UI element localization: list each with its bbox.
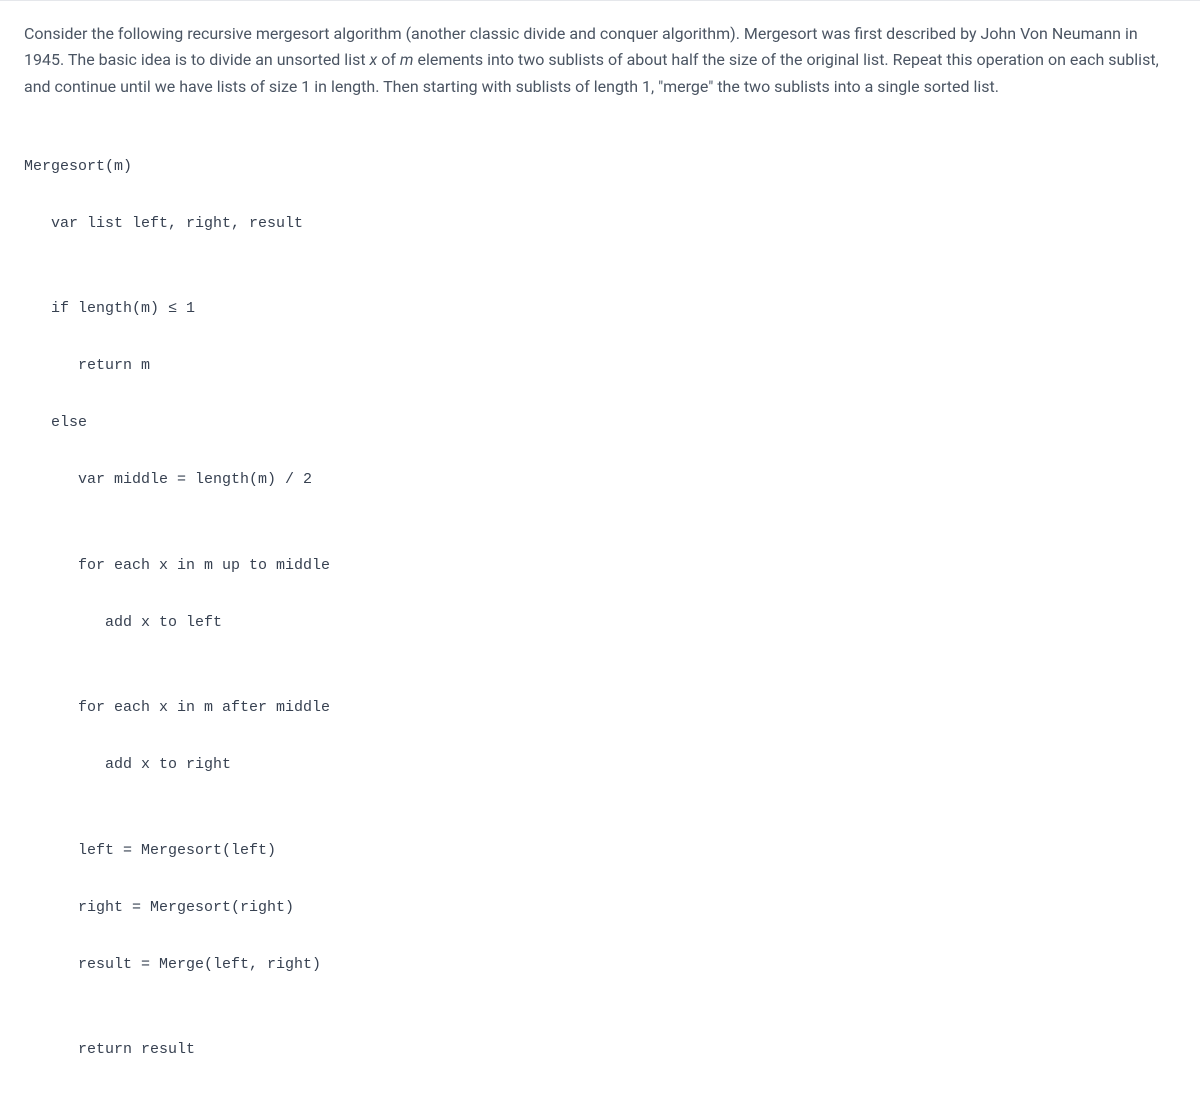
code-line: add x to right — [24, 751, 1176, 780]
problem-description: Consider the following recursive mergeso… — [24, 21, 1176, 100]
code-line: Mergesort(m) — [24, 153, 1176, 182]
code-line: result = Merge(left, right) — [24, 951, 1176, 980]
code-line: for each x in m up to middle — [24, 552, 1176, 581]
code-line: return m — [24, 352, 1176, 381]
code-line: right = Mergesort(right) — [24, 894, 1176, 923]
code-line: else — [24, 409, 1176, 438]
code-line: left = Mergesort(left) — [24, 837, 1176, 866]
description-text-2: of — [377, 50, 400, 69]
variable-m: m — [400, 50, 414, 69]
code-line: if length(m) ≤ 1 — [24, 295, 1176, 324]
code-line: add x to left — [24, 609, 1176, 638]
code-line: var list left, right, result — [24, 210, 1176, 239]
code-line: var middle = length(m) / 2 — [24, 466, 1176, 495]
code-line: return result — [24, 1036, 1176, 1065]
code-line: for each x in m after middle — [24, 694, 1176, 723]
pseudocode-block: Mergesort(m) var list left, right, resul… — [24, 124, 1176, 1093]
